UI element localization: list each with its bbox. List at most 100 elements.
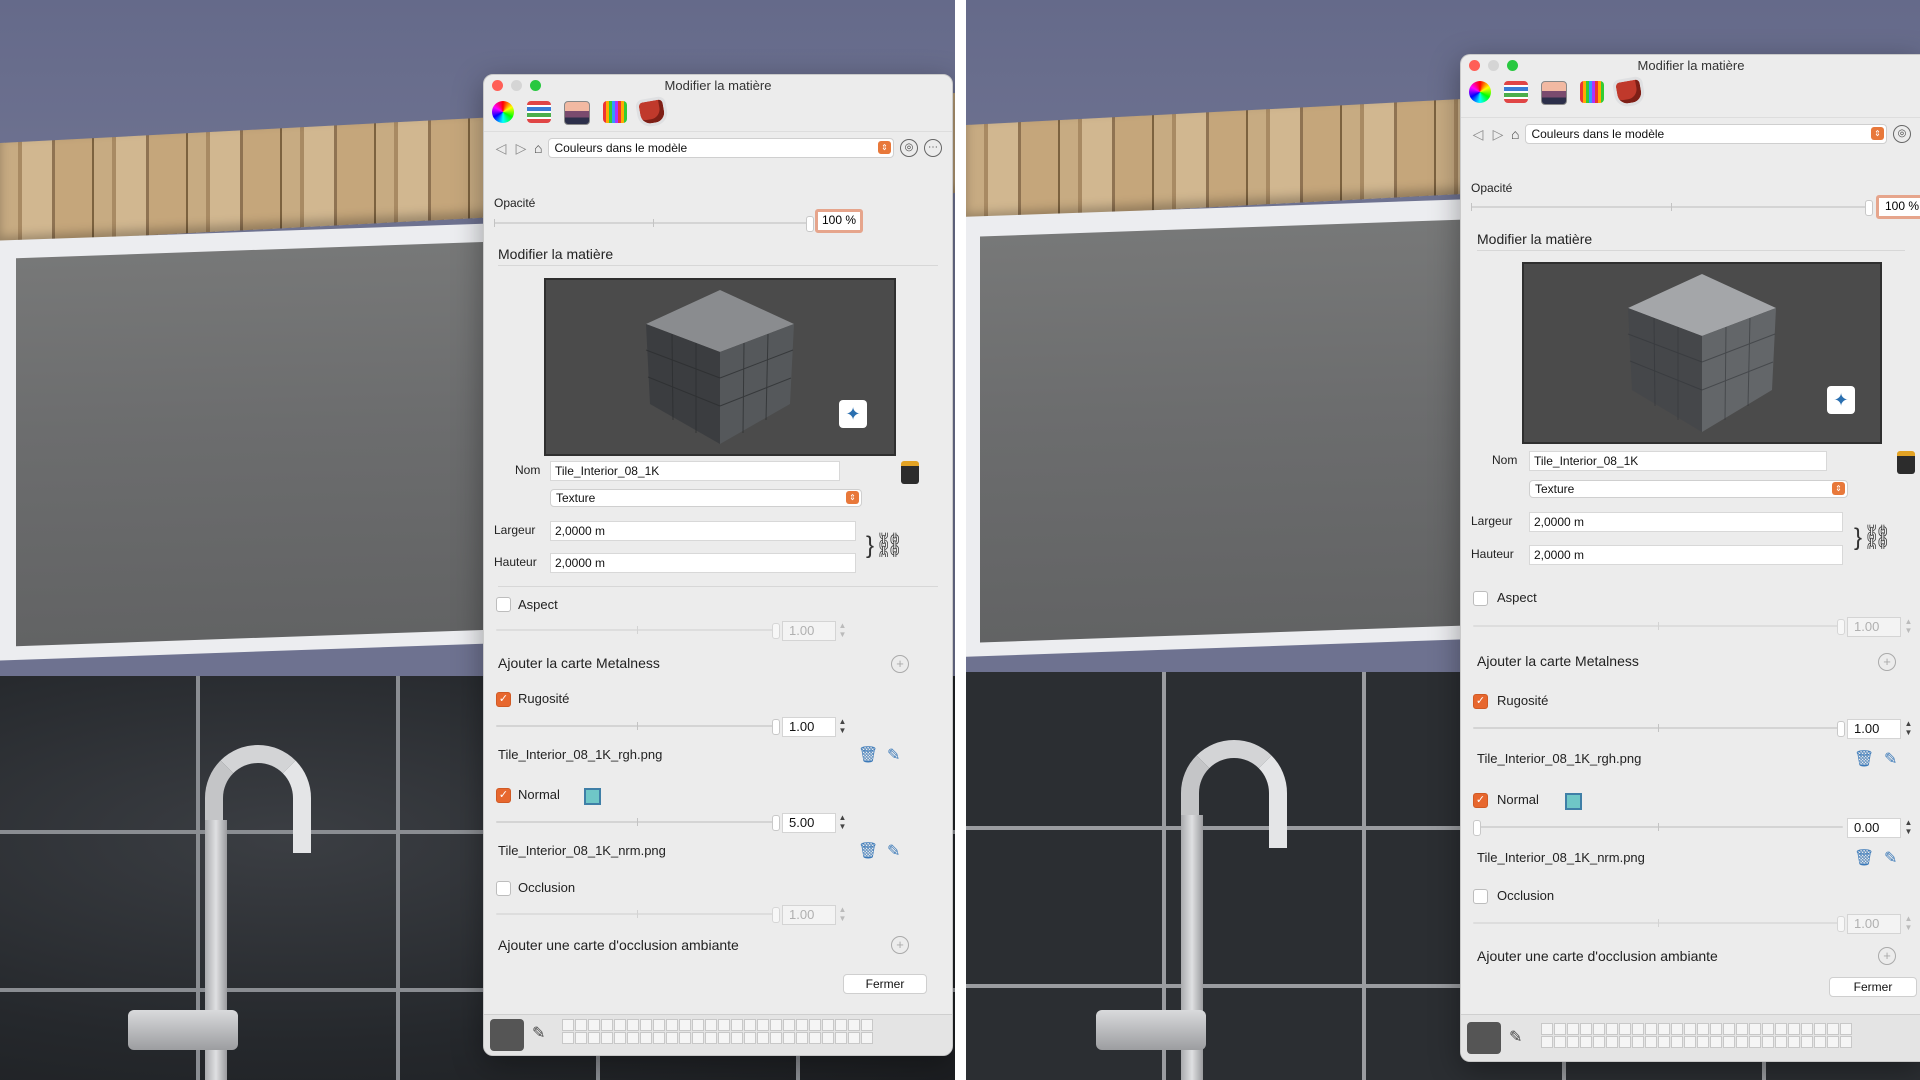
swatch-cell[interactable] <box>744 1032 756 1044</box>
swatch-cell[interactable] <box>822 1032 834 1044</box>
swatch-cell[interactable] <box>562 1032 574 1044</box>
minimize-window-button[interactable] <box>1488 60 1499 71</box>
swatch-cell[interactable] <box>1814 1036 1826 1048</box>
swatch-cell[interactable] <box>835 1032 847 1044</box>
trash-icon[interactable]: 🗑 <box>858 841 878 861</box>
swatch-cell[interactable] <box>1710 1036 1722 1048</box>
opacity-value[interactable]: 100 % <box>815 209 863 233</box>
crayons-icon[interactable] <box>603 101 627 123</box>
zoom-window-button[interactable] <box>530 80 541 91</box>
swatch-cell[interactable] <box>744 1019 756 1031</box>
swatch-cell[interactable] <box>1788 1023 1800 1035</box>
add-icon[interactable]: + <box>1878 653 1896 671</box>
opacity-slider-knob[interactable] <box>806 216 814 232</box>
swatch-cell[interactable] <box>1658 1036 1670 1048</box>
swatch-cell[interactable] <box>653 1019 665 1031</box>
color-wheel-icon[interactable] <box>492 101 514 123</box>
swatch-cell[interactable] <box>1632 1036 1644 1048</box>
swatch-cell[interactable] <box>1671 1023 1683 1035</box>
collection-select[interactable]: Couleurs dans le modèle ⇕ <box>548 138 894 158</box>
height-field[interactable]: 2,0000 m <box>1529 545 1843 565</box>
opacity-slider[interactable] <box>1471 200 1873 216</box>
name-field[interactable]: Tile_Interior_08_1K <box>1529 451 1827 471</box>
swatch-cell[interactable] <box>1840 1036 1852 1048</box>
swatch-cell[interactable] <box>679 1019 691 1031</box>
material-picker-icon[interactable] <box>1897 451 1915 474</box>
aspect-checkbox[interactable] <box>1473 591 1488 606</box>
swatch-cell[interactable] <box>575 1019 587 1031</box>
swatch-cell[interactable] <box>601 1032 613 1044</box>
trash-icon[interactable]: 🗑 <box>858 745 878 765</box>
swatch-cell[interactable] <box>1814 1023 1826 1035</box>
edit-icon[interactable]: ✎ <box>887 745 900 765</box>
normal-value[interactable]: 0.00 <box>1847 818 1901 838</box>
swatch-cell[interactable] <box>640 1019 652 1031</box>
swatch-cell[interactable] <box>770 1032 782 1044</box>
swatch-cell[interactable] <box>1827 1036 1839 1048</box>
swatch-cell[interactable] <box>614 1019 626 1031</box>
swatch-grid[interactable] <box>562 1019 873 1044</box>
swatch-cell[interactable] <box>757 1032 769 1044</box>
swatch-cell[interactable] <box>1606 1036 1618 1048</box>
swatch-cell[interactable] <box>1684 1036 1696 1048</box>
window-titlebar[interactable]: Modifier la matière <box>484 75 952 97</box>
material-picker-icon[interactable] <box>901 461 919 484</box>
swatch-cell[interactable] <box>1749 1023 1761 1035</box>
height-field[interactable]: 2,0000 m <box>550 553 856 573</box>
swatch-cell[interactable] <box>627 1019 639 1031</box>
swatch-cell[interactable] <box>1788 1036 1800 1048</box>
swatch-cell[interactable] <box>679 1032 691 1044</box>
swatch-cell[interactable] <box>1580 1023 1592 1035</box>
normal-value[interactable]: 5.00 <box>782 813 836 833</box>
minimize-window-button[interactable] <box>511 80 522 91</box>
swatch-cell[interactable] <box>1567 1023 1579 1035</box>
swatch-cell[interactable] <box>1645 1036 1657 1048</box>
image-color-icon[interactable] <box>1541 81 1567 105</box>
swatch-cell[interactable] <box>731 1019 743 1031</box>
opacity-value[interactable]: 100 % <box>1876 195 1920 219</box>
swatch-cell[interactable] <box>666 1019 678 1031</box>
swatch-cell[interactable] <box>1593 1036 1605 1048</box>
swatch-cell[interactable] <box>783 1032 795 1044</box>
window-titlebar[interactable]: Modifier la matière <box>1461 55 1920 77</box>
swatch-cell[interactable] <box>835 1019 847 1031</box>
add-icon[interactable]: + <box>891 655 909 673</box>
swatch-cell[interactable] <box>1723 1023 1735 1035</box>
color-wheel-icon[interactable] <box>1469 81 1491 103</box>
swatch-cell[interactable] <box>822 1019 834 1031</box>
swatch-cell[interactable] <box>692 1032 704 1044</box>
back-icon[interactable]: ◁ <box>1471 126 1485 143</box>
occlusion-checkbox[interactable] <box>496 881 511 896</box>
paint-bucket-icon[interactable] <box>1611 75 1647 109</box>
swatch-grid[interactable] <box>1541 1023 1852 1048</box>
edit-icon[interactable]: ✎ <box>887 841 900 861</box>
collection-select[interactable]: Couleurs dans le modèle ⇕ <box>1525 124 1887 144</box>
roughness-stepper[interactable]: ▲ ▼ <box>1903 719 1914 737</box>
normal-slider[interactable] <box>1473 820 1843 836</box>
swatch-cell[interactable] <box>861 1019 873 1031</box>
paint-bucket-icon[interactable] <box>634 95 670 129</box>
swatch-cell[interactable] <box>1645 1023 1657 1035</box>
edit-icon[interactable]: ✎ <box>1884 848 1897 868</box>
roughness-stepper[interactable]: ▲ ▼ <box>837 717 848 735</box>
swatch-cell[interactable] <box>705 1032 717 1044</box>
roughness-slider[interactable] <box>496 719 780 735</box>
swatch-cell[interactable] <box>1606 1023 1618 1035</box>
swatch-cell[interactable] <box>1827 1023 1839 1035</box>
swatch-cell[interactable] <box>1762 1036 1774 1048</box>
material-sample-icon[interactable]: ◎ <box>1893 125 1911 143</box>
trash-icon[interactable]: 🗑 <box>1854 848 1874 868</box>
swatch-cell[interactable] <box>1762 1023 1774 1035</box>
swatch-cell[interactable] <box>1593 1023 1605 1035</box>
swatch-cell[interactable] <box>640 1032 652 1044</box>
width-field[interactable]: 2,0000 m <box>1529 512 1843 532</box>
add-icon[interactable]: + <box>1878 947 1896 965</box>
swatch-cell[interactable] <box>627 1032 639 1044</box>
swatch-cell[interactable] <box>1775 1023 1787 1035</box>
swatch-cell[interactable] <box>1619 1023 1631 1035</box>
swatch-cell[interactable] <box>1697 1036 1709 1048</box>
swatch-cell[interactable] <box>705 1019 717 1031</box>
swatch-cell[interactable] <box>1840 1023 1852 1035</box>
swatch-cell[interactable] <box>562 1019 574 1031</box>
aspect-checkbox[interactable] <box>496 597 511 612</box>
